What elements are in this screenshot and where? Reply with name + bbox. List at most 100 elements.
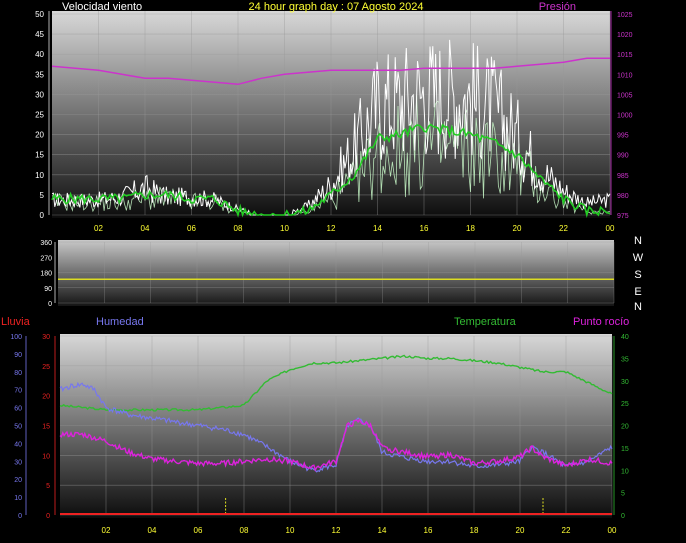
humidity-y-tick: 70 [14,388,22,395]
compass-s: S [634,269,641,281]
temperature-y-tick: 35 [621,356,629,363]
humidity-y-tick: 40 [14,441,22,448]
rain-y-axis: 0 5 10 15 20 25 30 [42,334,56,520]
wind-y-tick: 25 [35,111,44,120]
humidity-y-axis: 0 10 20 30 40 50 60 70 80 90 100 [10,334,27,520]
direction-y-tick: 360 [40,240,52,247]
climate-x-tick: 22 [562,526,571,535]
climate-x-tick: 16 [424,526,433,535]
climate-x-tick: 08 [240,526,249,535]
wind-y-tick: 10 [35,171,44,180]
wind-x-tick: 00 [606,224,615,233]
direction-y-tick: 0 [48,301,52,308]
temperature-y-axis: 0 5 10 15 20 25 30 35 40 [613,334,629,520]
compass-n-top: N [634,235,642,247]
compass-n-bottom: N [634,301,642,313]
rain-y-tick: 20 [42,394,50,401]
pressure-label: Presión [539,1,576,13]
direction-y-tick: 90 [44,286,52,293]
climate-x-tick: 18 [470,526,479,535]
wind-y-axis: 0 5 10 15 20 25 30 35 40 45 50 [35,10,50,220]
wind-y-tick: 30 [35,90,44,99]
rain-y-tick: 5 [46,483,50,490]
weather-chart: 05101520253035404550 9759809859909951000… [1,1,644,535]
wind-x-tick: 16 [420,224,429,233]
rain-y-tick: 10 [42,453,50,460]
pressure-y-tick: 990 [617,153,629,160]
wind-x-axis: 02 04 06 08 10 12 14 16 18 20 22 00 [94,224,615,233]
humidity-y-tick: 50 [14,424,22,431]
rain-label: Lluvia [1,316,31,328]
humidity-y-tick: 10 [14,495,22,502]
compass-e: E [634,286,641,298]
climate-x-tick: 02 [102,526,111,535]
wind-y-tick: 35 [35,70,44,79]
wind-y-tick: 15 [35,151,44,160]
wind-x-tick: 12 [327,224,336,233]
wind-x-tick: 02 [94,224,103,233]
temperature-y-tick: 10 [621,468,629,475]
wind-x-tick: 14 [373,224,382,233]
temperature-y-tick: 25 [621,401,629,408]
pressure-y-tick: 995 [617,133,629,140]
humidity-y-tick: 80 [14,370,22,377]
wind-x-tick: 04 [141,224,150,233]
pressure-y-tick: 980 [617,193,629,200]
humidity-y-tick: 20 [14,477,22,484]
climate-x-tick: 10 [286,526,295,535]
chart-title: 24 hour graph day : 07 Agosto 2024 [249,1,424,13]
wind-speed-label: Velocidad viento [62,1,142,13]
direction-y-axis: 0 90 180 270 360 [40,240,56,308]
humidity-y-tick: 60 [14,406,22,413]
temperature-y-tick: 40 [621,334,629,341]
climate-x-tick: 12 [332,526,341,535]
pressure-y-tick: 1010 [617,72,633,79]
pressure-y-tick: 1015 [617,52,633,59]
direction-y-tick: 180 [40,271,52,278]
rain-y-tick: 30 [42,334,50,341]
wind-y-tick: 20 [35,131,44,140]
wind-y-tick: 5 [40,191,45,200]
pressure-y-axis: 975 980 985 990 995 1000 1005 1010 1015 1020 1025 [610,11,633,220]
humidity-y-tick: 100 [10,334,22,341]
wind-y-tick: 0 [40,211,45,220]
dewpoint-label: Punto rocío [573,316,629,328]
wind-y-tick: 45 [35,30,44,39]
temperature-y-tick: 5 [621,491,625,498]
pressure-y-tick: 1020 [617,32,633,39]
humidity-y-tick: 90 [14,352,22,359]
compass-labels: N W S E N [633,235,644,313]
rain-y-tick: 25 [42,364,50,371]
wind-x-tick: 20 [513,224,522,233]
temperature-y-tick: 15 [621,446,629,453]
temperature-y-tick: 0 [621,513,625,520]
wind-x-tick: 06 [187,224,196,233]
temperature-y-tick: 30 [621,379,629,386]
temperature-label: Temperatura [454,316,517,328]
pressure-y-tick: 1005 [617,92,633,99]
climate-x-tick: 04 [148,526,157,535]
pressure-y-tick: 1000 [617,113,633,120]
rain-y-tick: 0 [46,513,50,520]
climate-x-tick: 00 [608,526,617,535]
humidity-label: Humedad [96,316,144,328]
climate-x-tick: 06 [194,526,203,535]
wind-y-tick: 40 [35,50,44,59]
climate-x-tick: 20 [516,526,525,535]
wind-x-tick: 08 [234,224,243,233]
pressure-y-tick: 1025 [617,12,633,19]
humidity-y-tick: 30 [14,459,22,466]
wind-x-tick: 10 [280,224,289,233]
wind-x-tick: 22 [559,224,568,233]
wind-x-tick: 18 [466,224,475,233]
rain-y-tick: 15 [42,424,50,431]
climate-x-tick: 14 [378,526,387,535]
wind-y-tick: 50 [35,10,44,19]
humidity-y-tick: 0 [18,513,22,520]
compass-w: W [633,252,644,264]
pressure-y-tick: 975 [617,213,629,220]
direction-y-tick: 270 [40,255,52,262]
temperature-y-tick: 20 [621,424,629,431]
climate-x-axis: 02 04 06 08 10 12 14 16 18 20 22 00 [102,526,617,535]
pressure-y-tick: 985 [617,173,629,180]
